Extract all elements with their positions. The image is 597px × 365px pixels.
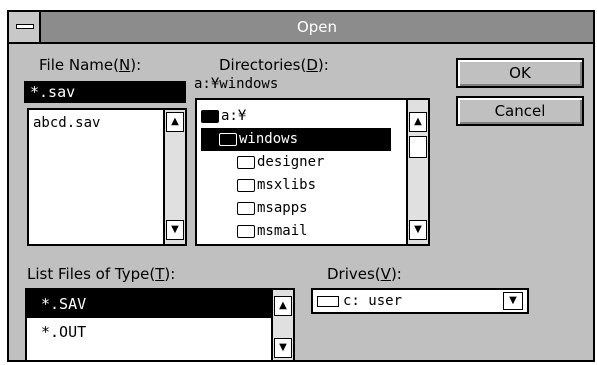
ok-button[interactable]: OK — [456, 58, 584, 88]
file-type-list[interactable]: *.SAV *.OUT ▲ ▼ — [25, 288, 295, 362]
scroll-down-button[interactable]: ▼ — [166, 220, 184, 240]
file-name-input[interactable]: *.sav — [24, 81, 186, 103]
scroll-down-button[interactable]: ▼ — [409, 220, 427, 240]
chevron-down-icon: ▼ — [509, 295, 517, 306]
up-arrow-icon: ▲ — [414, 116, 422, 127]
down-arrow-icon: ▼ — [414, 224, 422, 235]
drives-value: c: user — [343, 293, 403, 309]
current-directory-path: a:¥windows — [194, 76, 279, 92]
folder-icon — [237, 155, 255, 169]
directory-item[interactable]: msmail — [201, 220, 391, 243]
file-type-option[interactable]: *.SAV — [27, 290, 273, 318]
scroll-down-button[interactable]: ▼ — [274, 338, 292, 358]
directory-item-label: windows — [239, 131, 299, 147]
system-menu-icon — [16, 24, 34, 29]
folder-icon — [237, 178, 255, 192]
file-list-scrollbar[interactable]: ▲ ▼ — [163, 110, 185, 244]
up-arrow-icon: ▲ — [279, 300, 287, 311]
title-bar: Open — [9, 12, 593, 44]
directories-label: Directories(D): — [219, 56, 329, 74]
file-type-option[interactable]: *.OUT — [27, 318, 273, 346]
directory-list[interactable]: a:¥ windows designer msxlibs msapps msmail ▲ … — [195, 98, 430, 246]
scroll-thumb[interactable] — [409, 136, 427, 158]
dialog-title: Open — [296, 18, 338, 36]
directory-item-label: a:¥ — [221, 108, 247, 124]
down-arrow-icon: ▼ — [171, 224, 179, 235]
directory-item-label: designer — [257, 154, 325, 170]
down-arrow-icon: ▼ — [279, 342, 287, 353]
drives-label: Drives(V): — [327, 265, 402, 283]
directory-item[interactable]: a:¥ — [201, 105, 391, 128]
directory-item[interactable]: windows — [201, 128, 391, 151]
folder-icon — [237, 224, 255, 238]
scroll-up-button[interactable]: ▲ — [274, 296, 292, 316]
file-type-label: List Files of Type(T): — [27, 265, 176, 283]
open-dialog: Open File Name(N): *.sav abcd.sav ▲ ▼ Di… — [7, 10, 595, 362]
file-list-item[interactable]: abcd.sav — [33, 113, 100, 133]
file-name-label: File Name(N): — [39, 56, 142, 74]
file-type-scrollbar[interactable]: ▲ ▼ — [271, 290, 293, 360]
directory-list-scrollbar[interactable]: ▲ ▼ — [406, 100, 428, 244]
directory-item-label: msmail — [257, 223, 308, 239]
drives-select[interactable]: c: user ▼ — [311, 288, 529, 314]
scroll-up-button[interactable]: ▲ — [166, 112, 184, 132]
scroll-up-button[interactable]: ▲ — [409, 112, 427, 132]
directory-item-label: msapps — [257, 200, 308, 216]
system-menu-button[interactable] — [9, 12, 41, 42]
directory-item[interactable]: msxlibs — [201, 174, 391, 197]
drives-dropdown-button[interactable]: ▼ — [503, 292, 523, 310]
file-list[interactable]: abcd.sav ▲ ▼ — [27, 108, 187, 246]
directory-item[interactable]: msapps — [201, 197, 391, 220]
directory-item-label: msxlibs — [257, 177, 317, 193]
cancel-button[interactable]: Cancel — [456, 96, 584, 126]
directory-item[interactable]: designer — [201, 151, 391, 174]
drive-icon — [317, 295, 339, 307]
up-arrow-icon: ▲ — [171, 116, 179, 127]
open-folder-icon — [219, 132, 237, 146]
folder-icon — [237, 201, 255, 215]
open-folder-icon — [201, 109, 219, 123]
